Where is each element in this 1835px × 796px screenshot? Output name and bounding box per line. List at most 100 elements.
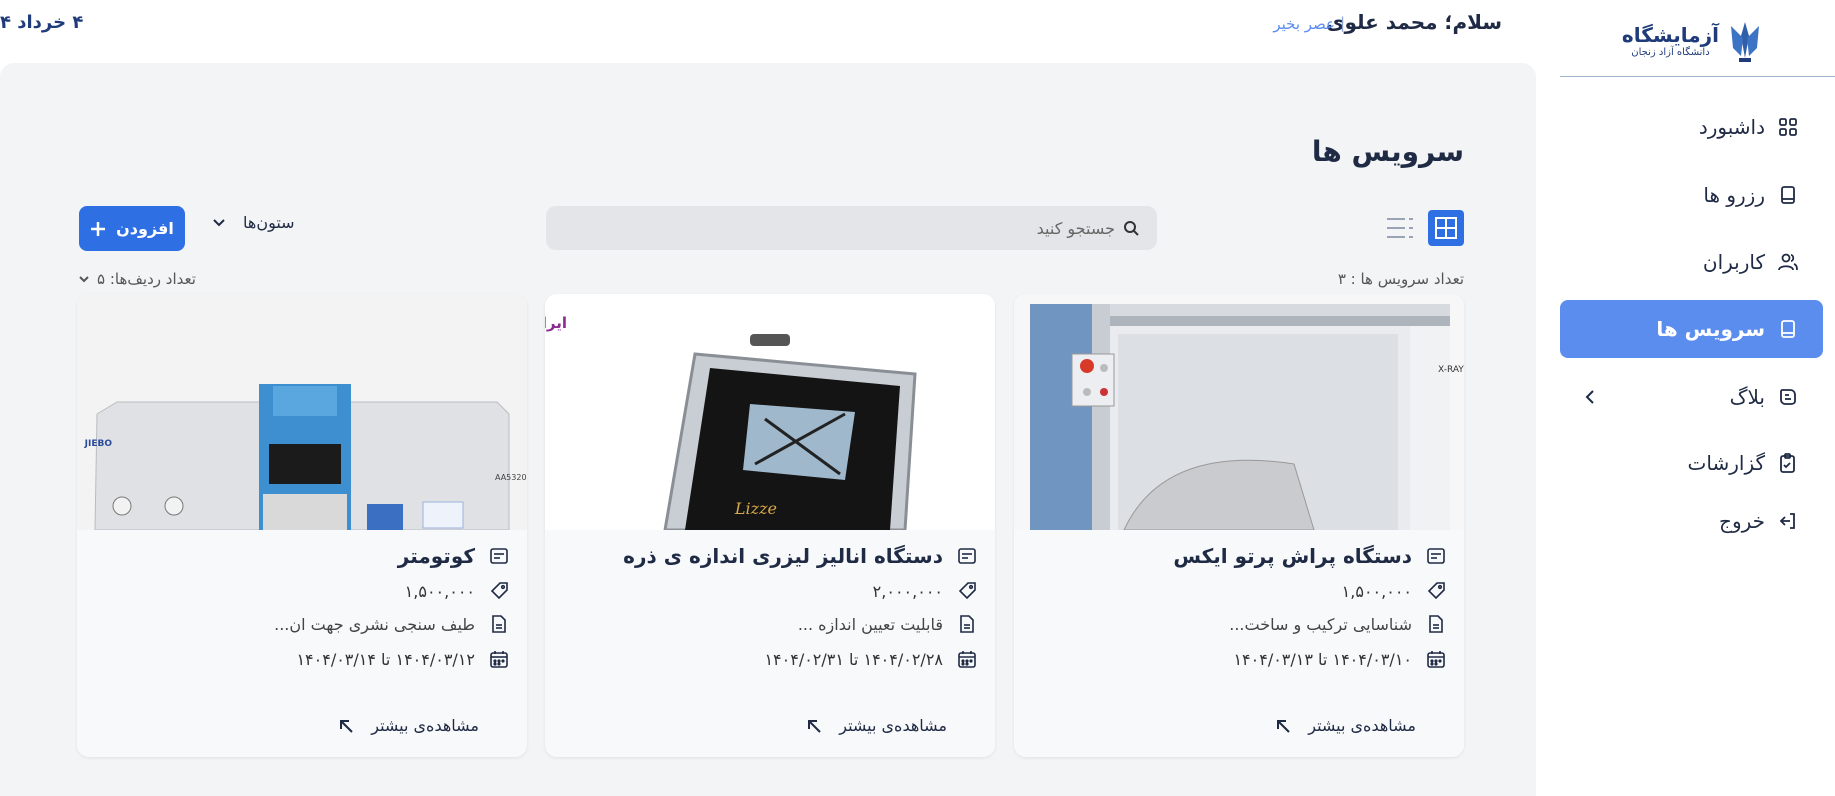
card-dates-row: ۱۴۰۴/۰۲/۲۸ تا ۱۴۰۴/۰۲/۳۱ <box>764 649 977 669</box>
card-description: طیف سنجی نشری جهت ان... <box>274 614 475 634</box>
card-title-row: دستگاه پراش پرتو ایکس <box>1173 544 1446 568</box>
divider <box>1560 76 1835 77</box>
service-image: X-RAY <box>1014 294 1464 530</box>
plus-icon <box>91 221 106 236</box>
service-card[interactable]: JIEBO AA5320 کوتومتر ۱,۵۰۰,۰۰۰ طیف سنجی … <box>77 294 527 757</box>
tag-icon <box>957 581 977 601</box>
card-description: شناسایی ترکیب و ساخت... <box>1229 614 1412 634</box>
card-price: ۱,۵۰۰,۰۰۰ <box>1341 581 1412 601</box>
document-icon <box>957 614 977 634</box>
page-title: سرویس ها <box>1311 135 1464 168</box>
calendar-icon <box>957 649 977 669</box>
card-body: دستگاه انالیز لیزری اندازه ی ذره ۲,۰۰۰,۰… <box>545 530 995 757</box>
sidebar-item-label: خروج <box>1719 509 1765 533</box>
calendar-icon <box>489 649 509 669</box>
sidebar-item-label: بلاگ <box>1729 385 1765 409</box>
sidebar-item-services[interactable]: سرویس ها <box>1560 300 1823 358</box>
chevron-down-icon <box>213 218 225 226</box>
card-price-row: ۱,۵۰۰,۰۰۰ <box>1342 581 1446 601</box>
grid-view-button[interactable] <box>1428 210 1464 246</box>
service-image: JIEBO AA5320 <box>77 294 527 530</box>
card-title-row: دستگاه انالیز لیزری اندازه ی ذره <box>623 544 977 568</box>
services-count: تعداد سرویس ها : ۳ <box>1337 270 1464 288</box>
sidebar-item-label: سرویس ها <box>1656 317 1765 341</box>
view-more-link[interactable]: مشاهده‌ی بیشتر <box>339 716 479 735</box>
logo-subtitle: دانشگاه آزاد زنجان <box>1631 46 1710 58</box>
view-more-link[interactable]: مشاهده‌ی بیشتر <box>807 716 947 735</box>
logo[interactable]: آزمایشگاه دانشگاه آزاد زنجان <box>1622 18 1763 64</box>
card-desc-row: شناسایی ترکیب و ساخت... <box>1229 614 1446 634</box>
brand-label: ایرانکراتی <box>545 314 567 332</box>
arrow-up-left-icon <box>808 719 821 733</box>
date-display: ۴ خرداد ۴ <box>0 12 84 33</box>
card-body: کوتومتر ۱,۵۰۰,۰۰۰ طیف سنجی نشری جهت ان..… <box>77 530 527 757</box>
list-icon <box>1387 218 1413 238</box>
search-icon <box>1124 221 1139 236</box>
sidebar-item-reservations[interactable]: رزرو ها <box>1560 166 1823 224</box>
title-icon <box>489 546 509 566</box>
arrow-up-left-icon <box>340 719 353 733</box>
card-dates: ۱۴۰۴/۰۳/۱۲ تا ۱۴۰۴/۰۳/۱۴ <box>296 649 475 669</box>
columns-dropdown[interactable]: ستون‌ها <box>213 213 295 232</box>
card-body: دستگاه پراش پرتو ایکس ۱,۵۰۰,۰۰۰ شناسایی … <box>1014 530 1464 757</box>
rows-label: تعداد ردیف‌ها: ۵ <box>97 270 196 288</box>
columns-label: ستون‌ها <box>243 213 295 232</box>
view-more-label: مشاهده‌ی بیشتر <box>839 716 947 735</box>
view-more-link[interactable]: مشاهده‌ی بیشتر <box>1276 716 1416 735</box>
card-dates: ۱۴۰۴/۰۲/۲۸ تا ۱۴۰۴/۰۲/۳۱ <box>764 649 943 669</box>
rows-per-page-dropdown[interactable]: تعداد ردیف‌ها: ۵ <box>79 270 196 288</box>
sidebar-item-reports[interactable]: گزارشات <box>1560 434 1823 492</box>
model-label: AA5320 <box>495 473 527 482</box>
sidebar-item-dashboard[interactable]: داشبورد <box>1560 98 1823 156</box>
calendar-icon <box>1426 649 1446 669</box>
dashboard-icon <box>1777 116 1799 138</box>
add-label: افزودن <box>116 219 174 238</box>
greeting-subtitle: عصر بخیر <box>1273 15 1335 33</box>
sidebar-item-label: کاربران <box>1702 250 1765 274</box>
main-panel: سرویس ها ستون‌ها افزودن تعداد سرویس ها :… <box>0 63 1536 796</box>
card-title: کوتومتر <box>397 544 475 568</box>
card-dates-row: ۱۴۰۴/۰۳/۱۲ تا ۱۴۰۴/۰۳/۱۴ <box>296 649 509 669</box>
blog-icon <box>1777 386 1799 408</box>
view-more-label: مشاهده‌ی بیشتر <box>371 716 479 735</box>
arrow-up-left-icon <box>1277 719 1290 733</box>
grid-icon <box>1435 217 1457 239</box>
sidebar-item-users[interactable]: کاربران <box>1560 233 1823 291</box>
sidebar-item-logout[interactable]: خروج <box>1560 492 1823 550</box>
search-input[interactable] <box>575 218 1115 238</box>
brand-label: JIEBO <box>84 439 113 449</box>
card-dates: ۱۴۰۴/۰۳/۱۰ تا ۱۴۰۴/۰۳/۱۳ <box>1233 649 1412 669</box>
chevron-down-icon <box>79 275 89 282</box>
card-price: ۲,۰۰۰,۰۰۰ <box>872 581 943 601</box>
university-logo-icon <box>1731 22 1759 62</box>
xray-label: X-RAY <box>1438 365 1464 375</box>
card-desc-row: قابلیت تعیین اندازه ... <box>798 614 977 634</box>
title-icon <box>1426 546 1446 566</box>
users-icon <box>1777 251 1799 273</box>
view-more-label: مشاهده‌ی بیشتر <box>1308 716 1416 735</box>
card-desc-row: طیف سنجی نشری جهت ان... <box>274 614 509 634</box>
tag-icon <box>1426 581 1446 601</box>
card-price: ۱,۵۰۰,۰۰۰ <box>404 581 475 601</box>
logo-title: آزمایشگاه <box>1621 22 1719 47</box>
device-label: Lizze <box>734 499 777 518</box>
card-price-row: ۱,۵۰۰,۰۰۰ <box>405 581 509 601</box>
service-card[interactable]: X-RAY دستگاه پراش پرتو ایکس ۱,۵۰۰,۰۰۰ شن… <box>1014 294 1464 757</box>
report-icon <box>1777 452 1799 474</box>
sidebar-item-label: رزرو ها <box>1703 183 1765 207</box>
add-button[interactable]: افزودن <box>79 206 185 251</box>
tag-icon <box>489 581 509 601</box>
sidebar-item-blog[interactable]: بلاگ <box>1560 368 1823 426</box>
greeting-separator: | <box>1339 14 1345 32</box>
service-image: ایرانکراتی Lizze <box>545 294 995 530</box>
logo-text: آزمایشگاه دانشگاه آزاد زنجان <box>1622 25 1719 58</box>
service-icon <box>1777 318 1799 340</box>
card-dates-row: ۱۴۰۴/۰۳/۱۰ تا ۱۴۰۴/۰۳/۱۳ <box>1233 649 1446 669</box>
chevron-left-icon[interactable] <box>1584 386 1596 410</box>
book-icon <box>1777 184 1799 206</box>
service-card[interactable]: ایرانکراتی Lizze دستگاه انالیز لیزری اند… <box>545 294 995 757</box>
title-icon <box>957 546 977 566</box>
sidebar-item-label: داشبورد <box>1698 115 1765 139</box>
list-view-button[interactable] <box>1386 215 1414 241</box>
card-title: دستگاه انالیز لیزری اندازه ی ذره <box>623 544 943 568</box>
